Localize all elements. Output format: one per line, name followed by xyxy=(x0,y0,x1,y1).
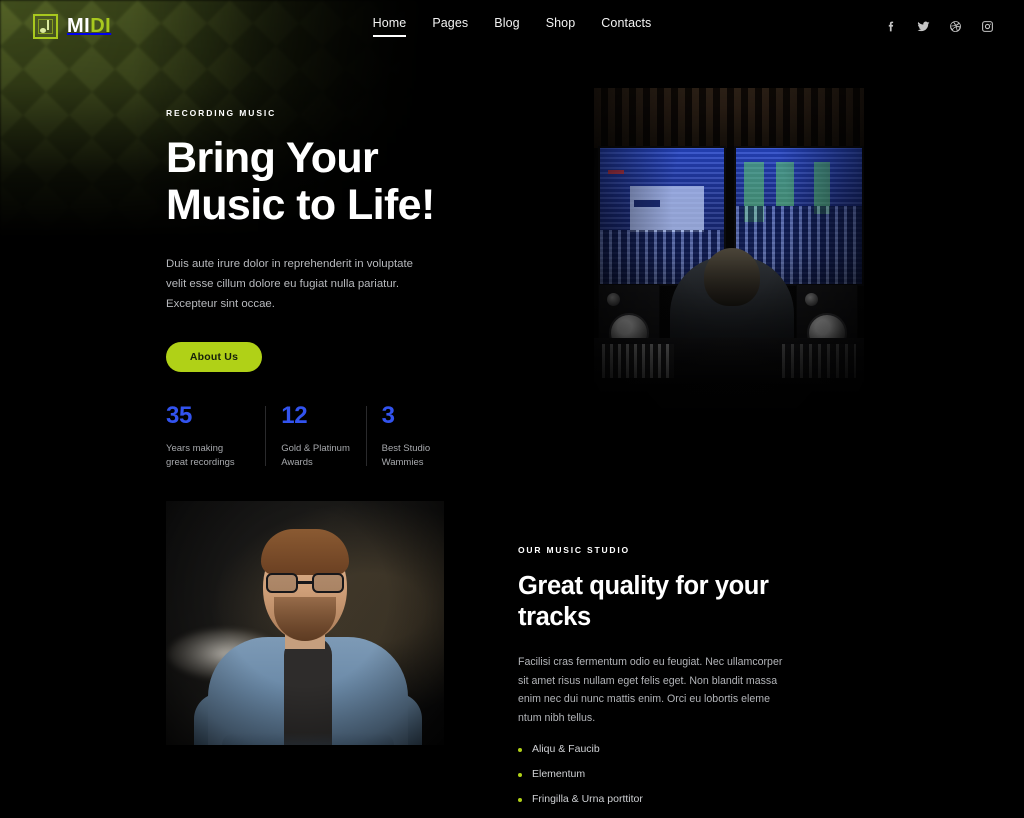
main-navigation: Home Pages Blog Shop Contacts xyxy=(0,0,1024,52)
hero-studio-image xyxy=(594,88,864,436)
dribbble-icon[interactable] xyxy=(949,20,962,33)
facebook-icon[interactable] xyxy=(885,20,898,33)
about-us-button[interactable]: About Us xyxy=(166,342,262,372)
stat-value: 12 xyxy=(281,402,308,429)
nav-item-blog[interactable]: Blog xyxy=(494,16,519,37)
stat-label-line-2: great recordings xyxy=(166,457,235,468)
stat-value: 3 xyxy=(381,402,395,429)
about-feature-list: Aliqu & Faucib Elementum Fringilla & Urn… xyxy=(518,743,818,805)
stat-label: Best Studio Wammies xyxy=(382,442,452,470)
hero-eyebrow: RECORDING MUSIC xyxy=(166,108,277,118)
about-eyebrow: OUR MUSIC STUDIO xyxy=(518,545,630,555)
list-item: Fringilla & Urna porttitor xyxy=(518,793,818,805)
hero-section: RECORDING MUSIC Bring Your Music to Life… xyxy=(166,108,466,470)
stat-label: Gold & Platinum Awards xyxy=(281,442,351,470)
hero-title-line-1: Bring Your xyxy=(166,134,379,182)
hero-paragraph: Duis aute irure dolor in reprehenderit i… xyxy=(166,258,413,310)
studio-portrait-image xyxy=(166,501,444,745)
hero-stats: 35 Years making great recordings 12 Gold… xyxy=(166,404,466,470)
stat-label: Years making great recordings xyxy=(166,442,251,470)
stat-item-wammies: 3 Best Studio Wammies xyxy=(365,402,466,470)
instagram-icon[interactable] xyxy=(981,20,994,33)
stat-label-line-1: Gold & Platinum xyxy=(281,443,350,454)
hero-title: Bring Your Music to Life! xyxy=(166,135,466,229)
about-paragraph: Facilisi cras fermentum odio eu feugiat.… xyxy=(518,656,783,724)
nav-item-shop[interactable]: Shop xyxy=(546,16,576,37)
stat-label-line-1: Best Studio xyxy=(381,443,431,454)
site-header: MIDI Home Pages Blog Shop Contacts xyxy=(0,0,1024,52)
about-title-line-2: tracks xyxy=(518,603,591,631)
stat-item-awards: 12 Gold & Platinum Awards xyxy=(265,404,365,470)
twitter-icon[interactable] xyxy=(917,20,930,33)
hero-title-line-2: Music to Life! xyxy=(166,181,435,229)
nav-item-home[interactable]: Home xyxy=(372,16,407,37)
image-vignette xyxy=(594,88,864,436)
stat-label-line-1: Years making xyxy=(166,443,224,454)
nav-item-contacts[interactable]: Contacts xyxy=(601,16,651,37)
stat-label-line-2: Wammies xyxy=(381,457,424,468)
stat-item-years: 35 Years making great recordings xyxy=(166,404,265,470)
stat-label-line-2: Awards xyxy=(281,457,313,468)
about-section: OUR MUSIC STUDIO Great quality for your … xyxy=(518,545,818,818)
about-title-line-1: Great quality for your xyxy=(518,572,769,600)
nav-item-pages[interactable]: Pages xyxy=(432,16,468,37)
about-title: Great quality for your tracks xyxy=(518,571,818,633)
list-item: Elementum xyxy=(518,768,818,780)
stat-value: 35 xyxy=(166,402,193,429)
